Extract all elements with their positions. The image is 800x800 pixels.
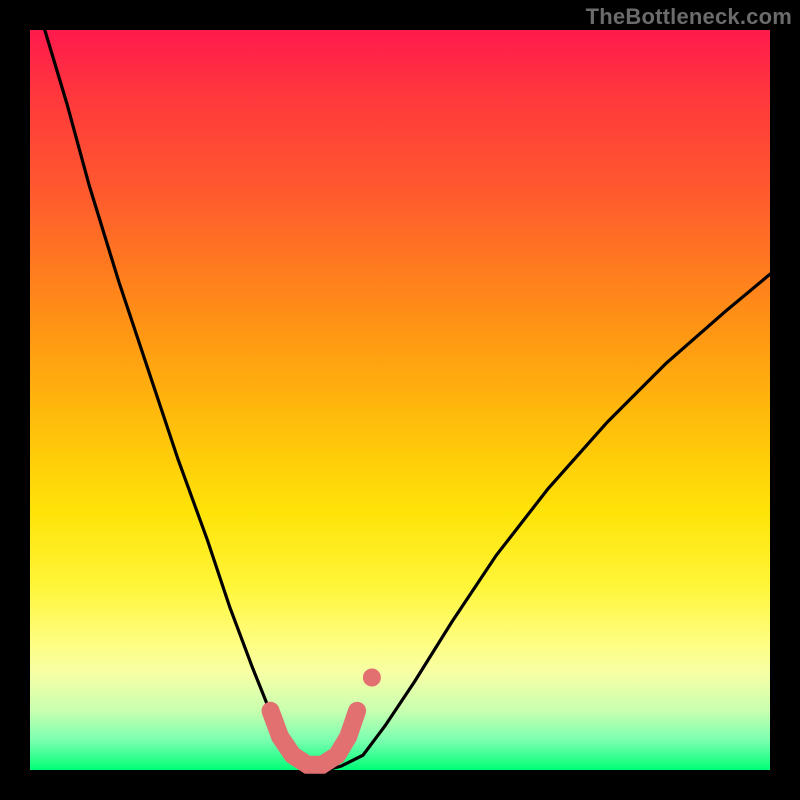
highlight-markers bbox=[271, 711, 358, 765]
plot-area bbox=[30, 30, 770, 770]
bottleneck-curve bbox=[45, 30, 770, 770]
curve-layer bbox=[30, 30, 770, 770]
watermark-text: TheBottleneck.com bbox=[586, 4, 792, 30]
marker-band bbox=[271, 711, 358, 765]
extra-marker-dot bbox=[363, 669, 381, 687]
chart-stage: TheBottleneck.com bbox=[0, 0, 800, 800]
